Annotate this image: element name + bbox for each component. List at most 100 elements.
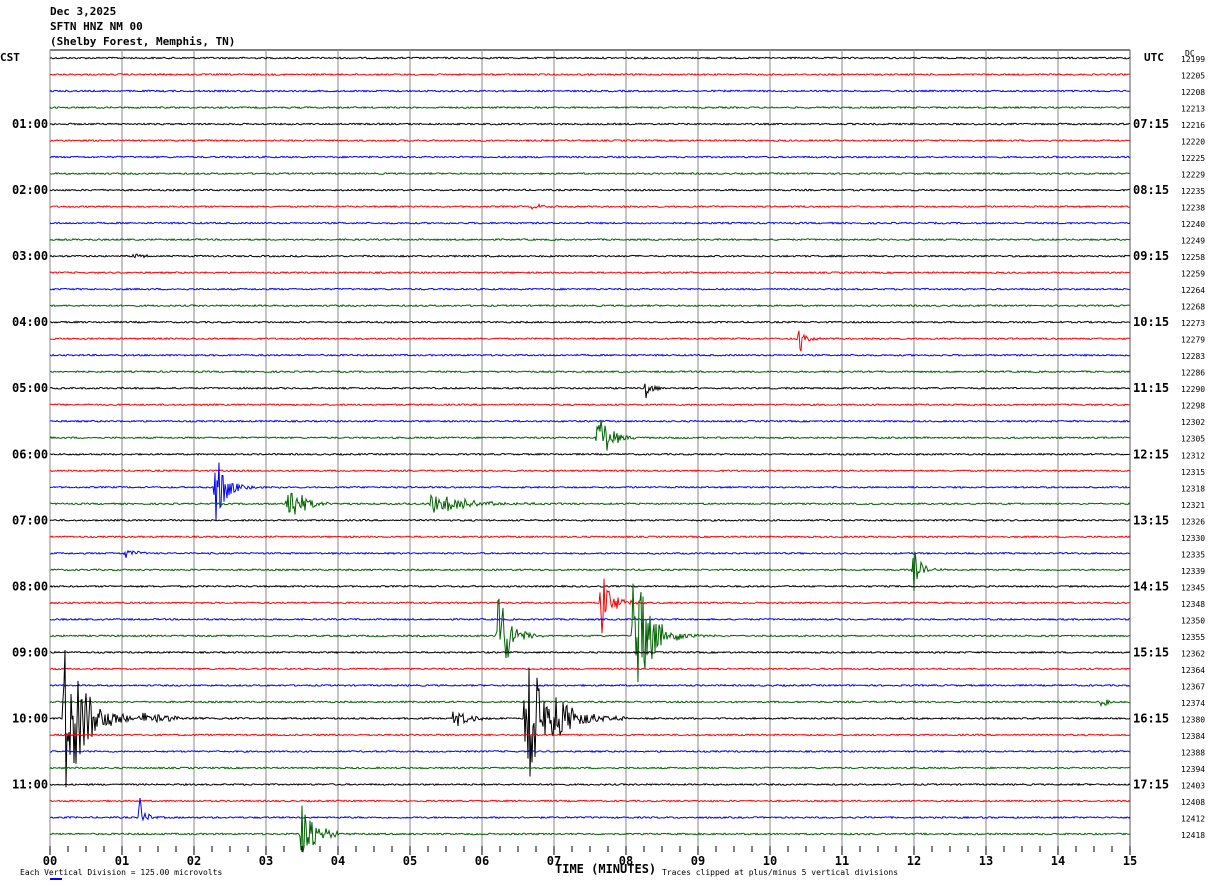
x-tick-label: 02: [187, 854, 201, 868]
x-tick-label: 12: [907, 854, 921, 868]
seismic-trace: [49, 403, 1131, 407]
utc-hour-label: 14:15: [1133, 579, 1169, 593]
cst-hour-label: 03:00: [12, 249, 48, 263]
seismic-trace: [49, 766, 1131, 770]
seismic-trace: [49, 584, 1131, 589]
dc-value: 12208: [1181, 88, 1205, 97]
dc-value: 12302: [1181, 418, 1205, 427]
seismic-trace: [49, 492, 1131, 515]
utc-hour-label: 12:15: [1133, 447, 1169, 461]
dc-value: 12238: [1181, 204, 1205, 213]
dc-value: 12384: [1181, 732, 1205, 741]
dc-value: 12348: [1181, 600, 1205, 609]
dc-value: 12367: [1181, 682, 1205, 691]
seismic-trace: [49, 452, 1131, 456]
seismic-trace: [49, 89, 1130, 93]
seismic-trace: [49, 551, 1131, 592]
seismic-trace: [49, 799, 1131, 803]
dc-value: 12258: [1181, 253, 1205, 262]
x-tick-label: 04: [331, 854, 345, 868]
cst-hour-label: 06:00: [12, 447, 48, 461]
dc-value: 12216: [1181, 121, 1205, 130]
seismic-trace: [49, 518, 1131, 522]
x-tick-label: 05: [403, 854, 417, 868]
cst-hour-label: 11:00: [12, 777, 48, 791]
dc-value: 12326: [1181, 517, 1205, 526]
utc-hour-label: 17:15: [1133, 777, 1169, 791]
dc-value: 12330: [1181, 534, 1205, 543]
dc-value: 12312: [1181, 451, 1205, 460]
dc-value: 12199: [1181, 55, 1205, 64]
x-tick-label: 11: [835, 854, 849, 868]
cst-axis-title: CST: [0, 51, 20, 64]
utc-hour-label: 08:15: [1133, 183, 1169, 197]
dc-value: 12388: [1181, 748, 1205, 757]
dc-value: 12235: [1181, 187, 1205, 196]
seismic-trace: [49, 549, 1131, 558]
seismic-trace: [49, 419, 1131, 451]
seismic-trace: [49, 370, 1131, 374]
dc-value: 12403: [1181, 781, 1205, 790]
dc-value: 12249: [1181, 237, 1205, 246]
seismic-trace: [49, 287, 1131, 291]
utc-hour-label: 13:15: [1133, 513, 1169, 527]
dc-value: 12213: [1181, 105, 1205, 114]
seismic-trace: [49, 171, 1131, 176]
seismic-trace: [50, 303, 1131, 308]
seismic-trace: [49, 237, 1131, 242]
seismic-trace: [49, 155, 1131, 159]
seismic-trace: [49, 805, 1131, 853]
seismic-trace: [49, 330, 1131, 352]
seismic-trace: [49, 221, 1131, 225]
dc-value: 12335: [1181, 550, 1205, 559]
station-label: SFTN HNZ NM 00: [50, 20, 143, 33]
dc-value: 12355: [1181, 633, 1205, 642]
dc-value: 12264: [1181, 286, 1205, 295]
utc-hour-label: 10:15: [1133, 315, 1169, 329]
seismic-trace: [49, 253, 1131, 259]
seismic-trace: [49, 782, 1131, 787]
utc-hour-label: 09:15: [1133, 249, 1169, 263]
dc-value: 12408: [1181, 798, 1205, 807]
cst-hour-label: 02:00: [12, 183, 48, 197]
dc-value: 12318: [1181, 484, 1205, 493]
seismic-trace: [49, 320, 1131, 324]
dc-value: 12364: [1181, 666, 1205, 675]
dc-value: 12283: [1181, 352, 1205, 361]
dc-value: 12374: [1181, 699, 1205, 708]
seismic-trace: [49, 353, 1131, 357]
seismic-trace: [49, 271, 1131, 275]
seismic-trace: [49, 188, 1130, 192]
dc-value: 12394: [1181, 765, 1205, 774]
x-tick-label: 10: [763, 854, 777, 868]
seismic-trace: [49, 535, 1131, 539]
cst-hour-label: 07:00: [12, 513, 48, 527]
date-label: Dec 3,2025: [50, 5, 116, 18]
dc-value: 12321: [1181, 501, 1205, 510]
dc-value: 12273: [1181, 319, 1205, 328]
dc-value: 12225: [1181, 154, 1205, 163]
dc-value: 12259: [1181, 270, 1205, 279]
seismic-trace: [49, 202, 1130, 210]
dc-value: 12240: [1181, 220, 1205, 229]
grid: [49, 49, 1131, 846]
dc-value: 12412: [1181, 814, 1205, 823]
traces: [49, 56, 1131, 853]
seismic-trace: [49, 72, 1131, 77]
dc-value: 12279: [1181, 336, 1205, 345]
utc-hour-label: 15:15: [1133, 645, 1169, 659]
clip-note: Traces clipped at plus/minus 5 vertical …: [662, 868, 898, 877]
dc-value: 12339: [1181, 567, 1205, 576]
dc-value: 12229: [1181, 171, 1205, 180]
scale-bar: [50, 878, 62, 880]
dc-value: 12380: [1181, 715, 1205, 724]
cst-hour-label: 04:00: [12, 315, 48, 329]
seismic-trace: [49, 683, 1131, 688]
utc-hour-label: 07:15: [1133, 117, 1169, 131]
seismic-trace: [49, 469, 1131, 473]
x-tick-label: 03: [259, 854, 273, 868]
dc-value: 12286: [1181, 369, 1205, 378]
cst-hour-label: 09:00: [12, 645, 48, 659]
seismic-trace: [49, 122, 1131, 126]
seismic-trace: [49, 419, 1131, 423]
